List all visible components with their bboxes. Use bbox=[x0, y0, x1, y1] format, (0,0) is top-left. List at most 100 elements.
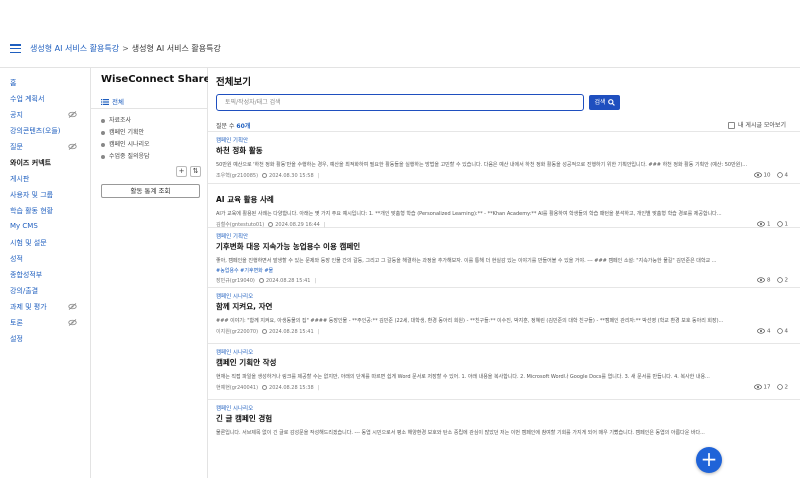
category-panel: WiseConnect Share 전체 자료조사 캠페인 기획안 캠페인 시나… bbox=[90, 68, 210, 478]
post-count-value: 60개 bbox=[236, 123, 251, 130]
post-date: 2024.08.28 15:41 bbox=[265, 278, 311, 284]
post-item[interactable]: 캠페인 시나리오 캠페인 기획안 작성현재는 직접 파일을 생성하거나 링크를 제… bbox=[208, 344, 800, 400]
post-meta: 김철수(gntestuto01) 2024.08.29 16:44 | bbox=[216, 221, 326, 228]
post-item[interactable]: 캠페인 시나리오 함께 지켜요, 자연 ### 이야기: "함께 지켜요, 아생동물… bbox=[208, 288, 800, 344]
post-date: 2024.08.30 15:58 bbox=[269, 173, 314, 179]
post-excerpt: 물론입니다. 서브제목 없이 긴 글로 감성문을 작성해드리겠습니다. --- … bbox=[216, 430, 705, 436]
category-label: 수업중 질의응답 bbox=[109, 153, 150, 160]
category-label: 자료조사 bbox=[109, 117, 132, 124]
add-category-button[interactable]: + bbox=[176, 166, 187, 177]
sidebar-item[interactable]: 강의콘텐츠(오들) bbox=[10, 126, 80, 136]
divider bbox=[91, 108, 208, 109]
category-label: 캠페인 시나리오 bbox=[109, 141, 150, 148]
sidebar-item[interactable]: 게시판 bbox=[10, 174, 80, 184]
clock-icon bbox=[268, 222, 274, 227]
sidebar-item[interactable]: 강의/출결 bbox=[10, 286, 80, 296]
sidebar-item[interactable]: 와이즈 커넥트 bbox=[10, 158, 80, 168]
post-title[interactable]: 캠페인 기획안 작성 bbox=[216, 357, 276, 368]
category-all[interactable]: 전체 bbox=[101, 96, 124, 106]
post-count: 질문 수 60개 bbox=[216, 121, 250, 130]
post-count-label: 질문 수 bbox=[216, 123, 235, 130]
activity-stats-button[interactable]: 활동 통계 조회 bbox=[101, 184, 200, 198]
post-item[interactable]: AI 교육 활용 사례 AI가 교육에 활용된 사례는 다양합니다. 아래는 몇 … bbox=[208, 184, 800, 228]
post-category: 캠페인 시나리오 bbox=[216, 350, 254, 356]
sidebar-item[interactable]: 학습 활동 현황 bbox=[10, 206, 80, 216]
post-excerpt: 좋아, 캠페인을 진행하면서 발생할 수 있는 문제와 등장 인물 간의 갈등,… bbox=[216, 258, 717, 264]
sort-category-button[interactable]: ⇅ bbox=[190, 166, 201, 177]
post-stats: 17 2 bbox=[753, 384, 789, 391]
post-title[interactable]: 기후변화 대응 지속가능 농업용수 이용 캠페인 bbox=[216, 241, 360, 252]
post-excerpt: AI가 교육에 활용된 사례는 다양합니다. 아래는 몇 가지 주요 예시입니다… bbox=[216, 211, 722, 217]
post-title[interactable]: 함께 지켜요, 자연 bbox=[216, 301, 272, 312]
sidebar-item[interactable]: 홈 bbox=[10, 78, 80, 88]
post-stats: 10 4 bbox=[753, 172, 789, 179]
category-item[interactable]: 캠페인 기획안 bbox=[101, 127, 144, 136]
category-item[interactable]: 캠페인 시나리오 bbox=[101, 139, 150, 148]
sidebar-item[interactable]: My CMS bbox=[10, 222, 80, 230]
new-post-button[interactable]: + bbox=[696, 447, 722, 473]
post-meta: 장민규(gr19040) 2024.08.28 15:41 | bbox=[216, 277, 316, 284]
post-category: 캠페인 기획안 bbox=[216, 138, 249, 144]
search-button[interactable]: 검색 bbox=[589, 95, 620, 110]
meta-separator: | bbox=[317, 385, 320, 391]
search-input[interactable] bbox=[216, 94, 584, 111]
main-content: 전체보기 검색 질문 수 60개 내 게시글 모아보기 캠페인 기획안하천 정화… bbox=[208, 68, 800, 478]
view-count: 1 bbox=[767, 221, 771, 228]
clock-icon bbox=[262, 329, 268, 334]
breadcrumb-course-link[interactable]: 생성형 AI 서비스 활용특강 bbox=[30, 44, 119, 53]
meta-separator: | bbox=[317, 329, 320, 335]
meta-separator: | bbox=[317, 173, 320, 179]
category-label: 캠페인 기획안 bbox=[109, 129, 145, 136]
eye-off-icon bbox=[68, 319, 77, 326]
category-item[interactable]: 자료조사 bbox=[101, 115, 131, 124]
sidebar-item[interactable]: 성적 bbox=[10, 254, 80, 264]
post-category: 캠페인 기획안 bbox=[216, 234, 249, 240]
eye-off-icon bbox=[68, 111, 77, 118]
eye-icon bbox=[757, 277, 765, 283]
post-item[interactable]: 캠페인 기획안 하천 정화 활동 50만원 예산으로 '하천 정화 활동'만을 수행… bbox=[208, 132, 800, 184]
post-excerpt: ### 이야기: "함께 지켜요, 아생동물의 집" #### 등장인물 - *… bbox=[216, 318, 724, 324]
view-count: 17 bbox=[763, 384, 771, 391]
my-posts-toggle[interactable]: 내 게시글 모아보기 bbox=[728, 120, 786, 129]
post-item[interactable]: 캠페인 기획안 기후변화 대응 지속가능 농업용수 이용 캠페인좋아, 캠페인을 … bbox=[208, 228, 800, 288]
post-author: 조우혁(gr210085) bbox=[216, 173, 259, 179]
post-date: 2024.08.28 15:38 bbox=[269, 385, 314, 391]
comment-icon bbox=[776, 384, 783, 390]
sidebar-item[interactable]: 수업 계획서 bbox=[10, 94, 80, 104]
category-item[interactable]: 수업중 질의응답 bbox=[101, 151, 150, 160]
my-posts-checkbox[interactable] bbox=[728, 122, 735, 129]
clock-icon bbox=[262, 173, 268, 178]
meta-separator: | bbox=[314, 278, 317, 284]
post-stats: 11 bbox=[757, 221, 788, 228]
eye-icon bbox=[753, 384, 762, 390]
post-stats: 82 bbox=[757, 277, 788, 284]
comment-count: 2 bbox=[784, 384, 789, 391]
bullet-icon bbox=[101, 154, 105, 159]
post-excerpt: 현재는 직접 파일을 생성하거나 링크를 제공할 수는 없지만, 아래의 단계를… bbox=[216, 374, 710, 380]
bullet-icon bbox=[101, 130, 105, 135]
sidebar-item[interactable]: 종합성적부 bbox=[10, 270, 80, 280]
sidebar-item[interactable]: 사용자 및 그룹 bbox=[10, 190, 80, 200]
clock-icon bbox=[258, 278, 264, 283]
post-category: 캠페인 시나리오 bbox=[216, 294, 254, 300]
post-tags[interactable]: #농업용수 #기후변화 #물 bbox=[216, 267, 273, 274]
post-meta: 조우혁(gr210085) 2024.08.30 15:58 | bbox=[216, 172, 319, 179]
view-count: 8 bbox=[767, 277, 771, 284]
sidebar-item[interactable]: 설정 bbox=[10, 334, 80, 344]
menu-icon[interactable] bbox=[10, 44, 21, 54]
search-icon bbox=[607, 99, 615, 106]
bullet-icon bbox=[101, 118, 105, 123]
post-stats: 44 bbox=[757, 328, 788, 335]
view-count: 10 bbox=[763, 172, 771, 179]
sidebar-item[interactable]: 시험 및 설문 bbox=[10, 238, 80, 248]
post-title[interactable]: 하천 정화 활동 bbox=[216, 145, 263, 156]
comment-count: 4 bbox=[784, 172, 789, 179]
course-sidebar: 홈 수업 계획서 공지 강의콘텐츠(오들) 질문 와이즈 커넥트 게시판 사용자 및 그룹 학습… bbox=[0, 68, 90, 478]
comment-count: 2 bbox=[784, 277, 789, 284]
post-meta: 이지원(gr220070) 2024.08.28 15:41 | bbox=[216, 328, 319, 335]
post-title[interactable]: 긴 글 캠페인 경험 bbox=[216, 413, 272, 424]
clock-icon bbox=[262, 385, 268, 390]
post-title[interactable]: AI 교육 활용 사례 bbox=[216, 194, 274, 205]
post-author: 이지원(gr220070) bbox=[216, 329, 259, 335]
breadcrumb-current: 생성형 AI 서비스 활용특강 bbox=[131, 44, 221, 53]
